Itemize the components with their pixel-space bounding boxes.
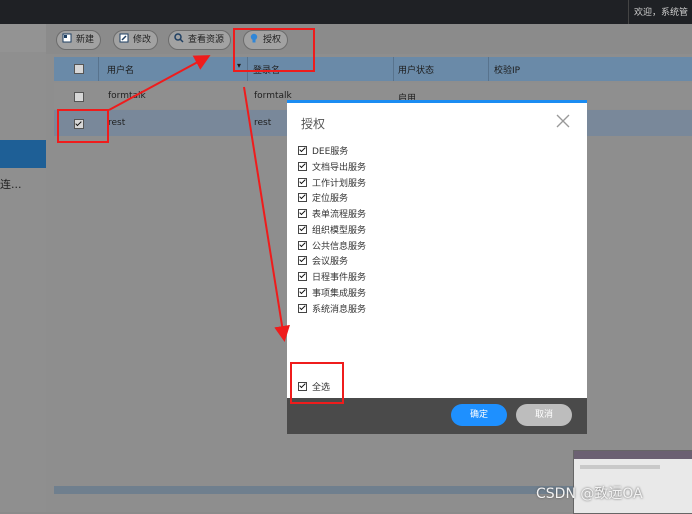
new-button-label: 新建	[76, 35, 95, 45]
service-checkbox[interactable]	[298, 241, 307, 250]
service-option[interactable]: 表单流程服务	[298, 207, 366, 221]
service-checkbox[interactable]	[298, 162, 307, 171]
edit-button[interactable]: 修改	[113, 30, 159, 50]
edit-icon	[119, 32, 129, 43]
service-option[interactable]: 定位服务	[298, 191, 348, 205]
thumbnail-preview	[573, 450, 692, 514]
column-header-username[interactable]: 用户名	[107, 63, 134, 76]
service-label: 文档导出服务	[312, 163, 367, 173]
dialog-accent-bar	[287, 100, 587, 103]
service-checkbox[interactable]	[298, 225, 307, 234]
left-nav: 连...	[0, 24, 46, 512]
search-icon	[174, 32, 184, 43]
column-divider	[488, 57, 489, 81]
service-option[interactable]: 会议服务	[298, 254, 348, 268]
annotation-box-row-checkbox	[57, 109, 109, 143]
service-option[interactable]: 事项集成服务	[298, 286, 366, 300]
service-checkbox[interactable]	[298, 288, 307, 297]
service-option[interactable]: 公共信息服务	[298, 239, 366, 253]
cell-username: rest	[108, 118, 126, 128]
cell-login: rest	[254, 118, 272, 128]
column-header-status[interactable]: 用户状态	[398, 63, 434, 76]
service-option[interactable]: 工作计划服务	[298, 176, 366, 190]
watermark: CSDN @致远OA	[536, 486, 643, 502]
thumbnail-content	[580, 465, 660, 469]
cancel-button[interactable]: 取消	[516, 404, 572, 426]
service-label: 组织模型服务	[312, 226, 367, 236]
service-label: 工作计划服务	[312, 179, 367, 189]
annotation-box-select-all	[290, 362, 344, 404]
service-option[interactable]: 系统消息服务	[298, 302, 366, 316]
left-nav-partial-label: 连...	[0, 178, 22, 191]
annotation-box-authorize	[233, 28, 315, 72]
ok-button[interactable]: 确定	[451, 404, 507, 426]
left-nav-item[interactable]	[0, 24, 46, 52]
service-checkbox[interactable]	[298, 193, 307, 202]
service-label: 定位服务	[312, 194, 349, 204]
new-icon	[62, 32, 72, 43]
service-checkbox[interactable]	[298, 256, 307, 265]
service-option[interactable]: 日程事件服务	[298, 270, 366, 284]
grid-header: 用户名 ▾ 登录名 用户状态 校验IP	[54, 57, 692, 81]
column-divider	[393, 57, 394, 81]
service-option[interactable]: 组织模型服务	[298, 223, 366, 237]
service-checkbox[interactable]	[298, 178, 307, 187]
close-icon[interactable]	[555, 113, 571, 129]
top-bar-divider	[628, 0, 629, 24]
top-bar: 欢迎，系统管	[0, 0, 692, 24]
service-label: 日程事件服务	[312, 273, 367, 283]
edit-button-label: 修改	[133, 35, 152, 45]
toolbar: 新建 修改 查看资源 授权	[46, 24, 692, 54]
cell-username: formtalk	[108, 91, 146, 101]
service-checkbox[interactable]	[298, 304, 307, 313]
service-label: DEE服务	[312, 147, 349, 157]
service-label: 公共信息服务	[312, 242, 367, 252]
service-option[interactable]: DEE服务	[298, 144, 348, 158]
column-header-ip[interactable]: 校验IP	[494, 63, 520, 76]
service-checkbox[interactable]	[298, 146, 307, 155]
select-all-rows-checkbox[interactable]	[74, 64, 84, 74]
welcome-text: 欢迎，系统管	[633, 8, 688, 18]
service-label: 会议服务	[312, 257, 349, 267]
thumbnail-titlebar	[574, 451, 692, 459]
service-option[interactable]: 文档导出服务	[298, 160, 366, 174]
new-button[interactable]: 新建	[56, 30, 102, 50]
left-nav-item-selected[interactable]	[0, 140, 46, 168]
service-label: 事项集成服务	[312, 289, 367, 299]
service-label: 系统消息服务	[312, 305, 367, 315]
service-checkbox[interactable]	[298, 209, 307, 218]
view-resources-button[interactable]: 查看资源	[168, 30, 232, 50]
dialog-title: 授权	[301, 117, 326, 131]
column-divider	[98, 57, 99, 81]
service-label: 表单流程服务	[312, 210, 367, 220]
view-resources-label: 查看资源	[188, 35, 225, 45]
service-checkbox[interactable]	[298, 272, 307, 281]
row-checkbox[interactable]	[74, 92, 84, 102]
